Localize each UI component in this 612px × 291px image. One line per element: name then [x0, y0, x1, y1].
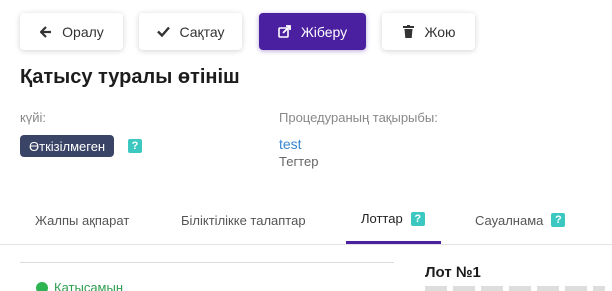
tags-label: Тегтер [279, 154, 319, 169]
tab-label: Сауалнама [475, 212, 544, 228]
delete-button[interactable]: Жою [382, 13, 475, 50]
participate-option[interactable]: Қатысамын [36, 280, 123, 291]
panel-divider [20, 262, 394, 263]
page-title: Қатысу туралы өтініш [20, 66, 240, 88]
delete-button-label: Жою [424, 23, 456, 40]
status-dot-icon [36, 281, 48, 291]
help-icon[interactable]: ? [551, 213, 566, 227]
status-label: күйі: [20, 110, 46, 125]
back-button-label: Оралу [62, 23, 104, 40]
send-button[interactable]: Жіберу [259, 13, 366, 50]
save-button[interactable]: Сақтау [139, 13, 242, 50]
back-button[interactable]: Оралу [20, 13, 123, 50]
tab-label: Біліктілікке талаптар [181, 212, 306, 228]
lot-title: Лот №1 [425, 264, 481, 281]
status-badge: Өткізілмеген [20, 135, 115, 157]
participate-label: Қатысамын [54, 280, 124, 291]
save-button-label: Сақтау [179, 23, 225, 40]
tab-lots[interactable]: Лоттар ? [346, 196, 441, 244]
procedure-link[interactable]: test [279, 136, 302, 152]
arrow-left-icon [39, 25, 53, 39]
procedure-label: Процедураның тақырыбы: [279, 110, 438, 125]
tab-general-info[interactable]: Жалпы ақпарат [35, 196, 129, 244]
trash-icon [401, 25, 415, 39]
tab-label: Жалпы ақпарат [35, 212, 130, 228]
tab-qualification-requirements[interactable]: Біліктілікке талаптар [181, 196, 306, 244]
tab-bar: Жалпы ақпарат Біліктілікке талаптар Лотт… [0, 196, 612, 245]
send-button-label: Жіберу [300, 23, 348, 40]
help-icon[interactable]: ? [410, 211, 425, 226]
help-icon[interactable]: ? [128, 139, 142, 153]
tab-label: Лоттар [361, 211, 403, 226]
check-icon [156, 25, 170, 39]
tab-survey[interactable]: Сауалнама ? [475, 196, 566, 244]
truncated-text [425, 286, 605, 291]
share-icon [278, 25, 292, 39]
